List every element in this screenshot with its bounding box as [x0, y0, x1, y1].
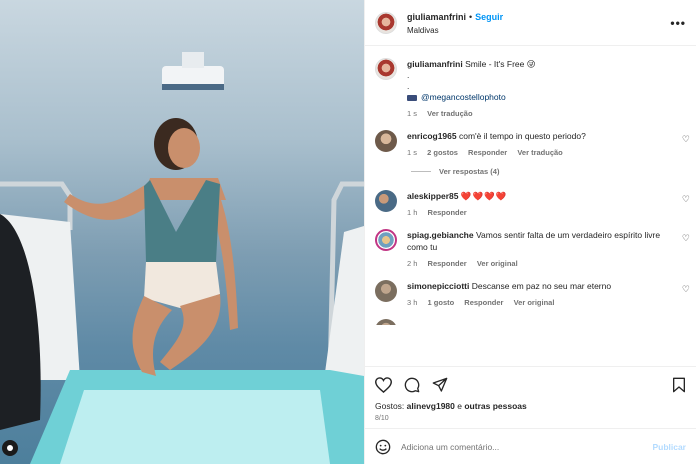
follow-button[interactable]: Seguir	[475, 12, 503, 22]
post-photo[interactable]	[0, 0, 364, 464]
comment-icon[interactable]	[404, 377, 420, 393]
caption-dot-2: .	[407, 81, 410, 91]
comment-item: simonepicciotti Descanse em paz no seu m…	[375, 280, 690, 307]
share-icon[interactable]	[432, 377, 448, 393]
comment-text-line: enricog1965 com'è il tempo in questo per…	[407, 130, 672, 142]
post-location[interactable]: Maldivas	[407, 24, 503, 37]
comment-time[interactable]: 1 h	[407, 208, 417, 217]
publish-button[interactable]: Publicar	[652, 442, 686, 452]
comment-likes[interactable]: 2 gostos	[427, 148, 458, 157]
reply-button[interactable]: Responder	[428, 208, 467, 217]
caption-text: Smile - It's Free	[465, 59, 525, 69]
camera-icon	[407, 94, 417, 101]
bookmark-icon[interactable]	[672, 377, 686, 393]
author-username[interactable]: giuliamanfrini	[407, 12, 466, 22]
comment-item: aleskipper85 ❤️❤️❤️❤️ 1 h Responder ♡	[375, 190, 690, 217]
translate-link[interactable]: Ver tradução	[517, 148, 562, 157]
likes-summary: Gostos: alinevg1980 e outras pessoas	[375, 401, 686, 411]
reply-button[interactable]: Responder	[468, 148, 507, 157]
comment-text: Descanse em paz no seu mar eterno	[471, 281, 612, 291]
reply-button[interactable]: Responder	[428, 259, 467, 268]
tagged-users-icon[interactable]	[2, 440, 18, 456]
comment-time[interactable]: 3 h	[407, 298, 417, 307]
comment-like-heart-icon[interactable]: ♡	[682, 233, 690, 244]
view-replies-button[interactable]: Ver respostas (4)	[411, 167, 686, 176]
more-options-icon[interactable]: •••	[670, 16, 686, 30]
caption-time[interactable]: 1 s	[407, 109, 417, 118]
caption-credit: @megancostellophoto	[407, 92, 672, 103]
commenter-avatar[interactable]	[375, 130, 397, 152]
see-original-link[interactable]: Ver original	[514, 298, 555, 307]
caption-text-line: giuliamanfrini Smile - It's Free 😜	[407, 58, 672, 70]
add-comment-bar: Publicar	[365, 428, 696, 464]
post-header: giuliamanfrini • Seguir Maldivas •••	[365, 0, 696, 46]
photographer-mention[interactable]: @megancostellophoto	[421, 92, 506, 102]
comment-meta: 1 h Responder	[407, 208, 672, 217]
comment-item: enricog1965 com'è il tempo in questo per…	[375, 130, 690, 157]
comment-input[interactable]	[401, 441, 653, 452]
comment-like-heart-icon[interactable]: ♡	[682, 284, 690, 295]
caption-dot-1: .	[407, 70, 410, 80]
comment-text: com'è il tempo in questo periodo?	[459, 131, 586, 141]
likes-label: Gostos:	[375, 401, 405, 411]
commenter-avatar[interactable]	[375, 280, 397, 302]
instagram-post-view: giuliamanfrini • Seguir Maldivas ••• giuli…	[0, 0, 696, 464]
commenter-avatar[interactable]	[375, 190, 397, 212]
comment-text-line: spiag.gebianche Vamos sentir falta de um…	[407, 229, 672, 253]
comment-likes[interactable]: 1 gosto	[428, 298, 455, 307]
comment-body: aleskipper85 ❤️❤️❤️❤️ 1 h Responder	[407, 190, 686, 217]
comment-body: spiag.gebianche Vamos sentir falta de um…	[407, 229, 686, 268]
likes-user[interactable]: alinevg1980	[407, 401, 455, 411]
likes-others-link[interactable]: outras pessoas	[464, 401, 526, 411]
comment-time[interactable]: 1 s	[407, 148, 417, 157]
post-caption: giuliamanfrini Smile - It's Free 😜 . . @…	[375, 58, 686, 118]
reply-button[interactable]: Responder	[464, 298, 503, 307]
action-icons	[375, 375, 686, 395]
commenter-username[interactable]: spiag.gebianche	[407, 230, 474, 240]
caption-meta: 1 s Ver tradução	[407, 109, 672, 118]
comment-text-line: aleskipper85 ❤️❤️❤️❤️	[407, 190, 672, 202]
author-avatar[interactable]	[375, 11, 397, 34]
commenter-username[interactable]: enricog1965	[407, 131, 457, 141]
post-sidebar: giuliamanfrini • Seguir Maldivas ••• giuli…	[364, 0, 696, 464]
caption-avatar[interactable]	[375, 58, 397, 80]
caption-translate-link[interactable]: Ver tradução	[427, 109, 472, 118]
comment-meta: 1 s 2 gostos Responder Ver tradução	[407, 148, 672, 157]
caption-body: giuliamanfrini Smile - It's Free 😜 . . @…	[407, 58, 686, 118]
comment-like-heart-icon[interactable]: ♡	[682, 194, 690, 205]
caption-emoji: 😜	[526, 59, 536, 69]
comment-text-line: simonepicciotti Descanse em paz no seu m…	[407, 280, 672, 292]
post-actions: Gostos: alinevg1980 e outras pessoas 8/1…	[365, 366, 696, 428]
comments-list: giuliamanfrini Smile - It's Free 😜 . . @…	[365, 46, 696, 366]
commenter-avatar[interactable]	[375, 319, 397, 325]
comment-item-partial	[375, 319, 686, 325]
comment-body: enricog1965 com'è il tempo in questo per…	[407, 130, 686, 157]
comment-body: simonepicciotti Descanse em paz no seu m…	[407, 280, 686, 307]
post-date[interactable]: 8/10	[375, 415, 686, 422]
caption-username[interactable]: giuliamanfrini	[407, 59, 463, 69]
comment-like-heart-icon[interactable]: ♡	[682, 134, 690, 145]
likes-and: e	[457, 401, 462, 411]
comment-text: ❤️❤️❤️❤️	[460, 191, 508, 201]
see-original-link[interactable]: Ver original	[477, 259, 518, 268]
comment-meta: 2 h Responder Ver original	[407, 259, 672, 268]
comment-item: spiag.gebianche Vamos sentir falta de um…	[375, 229, 690, 268]
separator-dot: •	[469, 11, 473, 22]
emoji-icon[interactable]	[375, 439, 391, 455]
author-info: giuliamanfrini • Seguir Maldivas	[407, 9, 503, 37]
comment-meta: 3 h 1 gosto Responder Ver original	[407, 298, 672, 307]
commenter-username[interactable]: aleskipper85	[407, 191, 459, 201]
commenter-username[interactable]: simonepicciotti	[407, 281, 469, 291]
heart-icon[interactable]	[375, 377, 392, 393]
comment-time[interactable]: 2 h	[407, 259, 417, 268]
commenter-avatar[interactable]	[375, 229, 397, 251]
post-photo-illustration	[0, 52, 364, 464]
